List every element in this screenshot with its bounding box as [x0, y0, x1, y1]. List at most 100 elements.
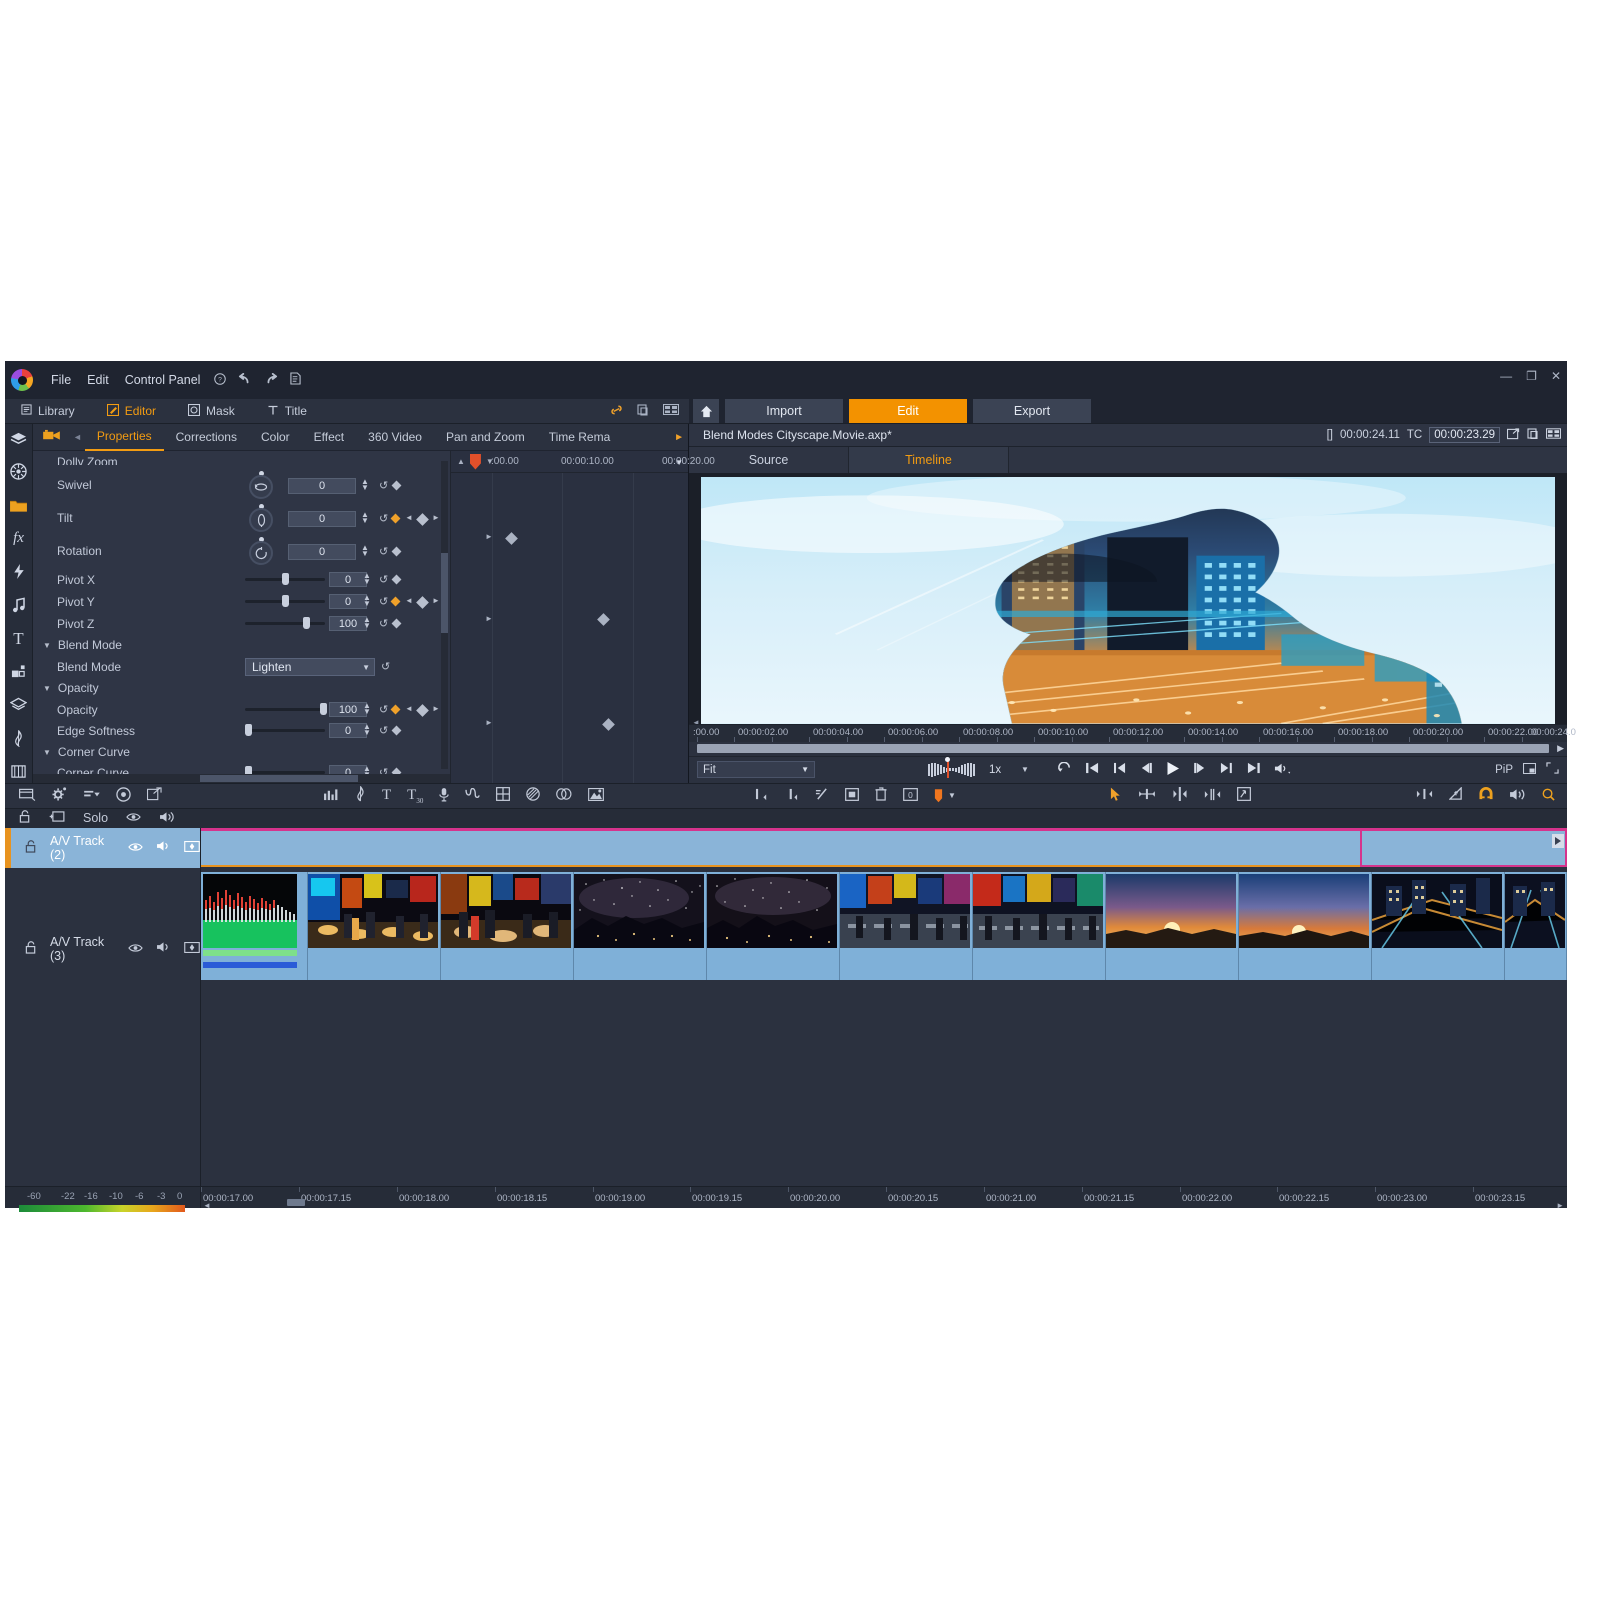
subtitle-icon[interactable]: T30 — [407, 787, 423, 805]
tilt-stepper[interactable]: ▲ ▼ — [361, 511, 369, 525]
rotation-keyframe-icon[interactable] — [391, 546, 402, 557]
property-row-opacity[interactable]: Opacity 100 ▲ ▼ ↺ ◄ ► — [33, 699, 450, 721]
timeline-canvas[interactable] — [201, 827, 1567, 1186]
magnet-icon[interactable] — [1479, 787, 1493, 804]
zoom-icon[interactable] — [1542, 788, 1555, 804]
solo-label[interactable]: Solo — [83, 811, 108, 825]
layers-icon[interactable] — [8, 695, 30, 716]
split-mode-icon[interactable] — [1172, 787, 1188, 804]
trim-icon[interactable] — [1204, 788, 1221, 804]
opacity-stepper[interactable]: ▲ ▼ — [363, 702, 371, 716]
tilt-reset-icon[interactable]: ↺ — [379, 512, 388, 525]
preview-video-frame[interactable] — [701, 477, 1555, 724]
keyframe-collapse-icon[interactable]: ▼ — [675, 458, 683, 467]
title-text-icon[interactable]: T — [8, 628, 30, 649]
pivot-z-reset-icon[interactable]: ↺ — [379, 617, 388, 630]
speaker-icon[interactable] — [156, 941, 171, 956]
track-header-av-2[interactable]: A/V Track (2) — [5, 827, 200, 868]
document-icon[interactable] — [284, 369, 307, 391]
workflow-export-button[interactable]: Export — [973, 399, 1091, 423]
snapshot-icon[interactable]: 0 — [903, 787, 918, 804]
ruler-scroll-left-icon[interactable]: ◄ — [203, 1201, 211, 1210]
pivot-y-next-keyframe-icon[interactable]: ► — [432, 596, 440, 605]
audio-wave-icon[interactable] — [1509, 788, 1526, 804]
preview-tab-timeline[interactable]: Timeline — [849, 447, 1009, 473]
voiceover-icon[interactable] — [439, 787, 450, 805]
rotation-dial[interactable] — [249, 541, 273, 565]
pivot-y-keyframe-toggle[interactable] — [390, 596, 401, 607]
audio-mixer-icon[interactable] — [323, 788, 339, 804]
blend-mode-select[interactable]: Lighten ▼ — [245, 658, 375, 676]
fit-timeline-icon[interactable] — [1416, 788, 1433, 803]
property-row-pivot-y[interactable]: Pivot Y 0 ▲ ▼ ↺ ◄ ► — [33, 591, 450, 613]
workflow-edit-button[interactable]: Edit — [849, 399, 967, 423]
keyframe-expand-icon[interactable]: ► — [485, 614, 493, 623]
track-header-av-3[interactable]: A/V Track (3) — [5, 935, 200, 963]
marker-icon[interactable]: ▼ — [934, 788, 956, 803]
edge-softness-slider[interactable] — [245, 724, 325, 736]
property-row-blend-mode[interactable]: Blend Mode Lighten ▼ ↺ — [33, 656, 450, 678]
tilt-dial[interactable] — [249, 508, 273, 532]
swivel-value[interactable]: 0 — [288, 478, 356, 494]
opacity-value[interactable]: 100 — [329, 702, 367, 717]
jump-end-icon[interactable] — [1246, 762, 1260, 777]
opacity-keyframe-marker[interactable] — [416, 704, 429, 717]
loop-icon[interactable] — [1057, 761, 1072, 778]
split-icon[interactable] — [815, 787, 829, 804]
property-row-dolly-zoom[interactable]: Dolly Zoom — [33, 451, 450, 465]
chevron-up-icon[interactable]: ▲ — [457, 457, 465, 466]
blend-mode-reset-icon[interactable]: ↺ — [381, 660, 390, 673]
keyframe-icon[interactable] — [184, 840, 200, 855]
next-frame-icon[interactable] — [1194, 762, 1206, 777]
pivot-y-keyframe-marker[interactable] — [416, 596, 429, 609]
pivot-y-reset-icon[interactable]: ↺ — [379, 595, 388, 608]
rotation-value[interactable]: 0 — [288, 544, 356, 560]
pip-icon[interactable] — [1523, 762, 1536, 777]
transition-icon[interactable] — [556, 788, 572, 803]
library-book-icon[interactable] — [8, 761, 30, 782]
keyframe-expand-icon[interactable]: ► — [485, 532, 493, 541]
media-icon[interactable] — [8, 428, 30, 449]
next-clip-icon[interactable] — [1220, 762, 1232, 777]
link-icon[interactable] — [610, 404, 623, 419]
blend-icon[interactable] — [526, 787, 541, 804]
edge-softness-stepper[interactable]: ▲ ▼ — [363, 723, 371, 737]
keyframe-marker[interactable] — [505, 532, 518, 545]
tabs-scroll-left-icon[interactable]: ◄ — [70, 432, 85, 442]
keyframe-expand-icon[interactable]: ► — [485, 718, 493, 727]
mark-out-icon[interactable] — [785, 788, 799, 804]
tilt-keyframe-marker[interactable] — [416, 513, 429, 526]
level-icon[interactable] — [1448, 786, 1463, 804]
swivel-reset-icon[interactable]: ↺ — [379, 479, 388, 492]
home-button[interactable] — [693, 399, 719, 423]
lock-icon[interactable] — [25, 940, 37, 957]
expand-window-icon[interactable] — [146, 787, 162, 804]
module-tab-title[interactable]: Title — [251, 399, 323, 423]
keyframe-ruler[interactable]: ▲ ▼ :00.00 00:00:10.00 00:00:20.00 ▼ — [451, 451, 715, 473]
property-tab-time-remapping[interactable]: Time Rema — [537, 424, 623, 450]
property-row-edge-softness[interactable]: Edge Softness 0 ▲ ▼ ↺ — [33, 720, 450, 742]
property-row-pivot-z[interactable]: Pivot Z 100 ▲ ▼ ↺ — [33, 613, 450, 635]
property-row-tilt[interactable]: Tilt 0 ▲ ▼ ↺ ◄ ► — [33, 504, 450, 532]
delete-icon[interactable] — [875, 787, 887, 804]
prev-frame-icon[interactable] — [1140, 762, 1152, 777]
settings-icon[interactable] — [52, 787, 67, 804]
crop-icon[interactable] — [845, 787, 859, 804]
overlay-icon[interactable] — [8, 661, 30, 682]
playhead-marker-icon[interactable] — [469, 453, 481, 470]
keyframe-marker[interactable] — [597, 613, 610, 626]
menu-edit[interactable]: Edit — [79, 370, 117, 390]
mark-in-icon[interactable] — [755, 788, 769, 804]
fx-icon[interactable]: fx — [8, 528, 30, 549]
camera-icon[interactable] — [33, 429, 70, 445]
swivel-stepper[interactable]: ▲ ▼ — [361, 478, 369, 492]
property-row-pivot-x[interactable]: Pivot X 0 ▲ ▼ ↺ — [33, 569, 450, 591]
edge-softness-value[interactable]: 0 — [329, 723, 367, 738]
tilt-next-keyframe-icon[interactable]: ► — [432, 513, 440, 522]
preview-scrollbar[interactable]: ▶ — [689, 741, 1567, 756]
opacity-reset-icon[interactable]: ↺ — [379, 703, 388, 716]
folder-icon[interactable] — [8, 495, 30, 516]
play-icon[interactable] — [1166, 761, 1180, 779]
swivel-keyframe-icon[interactable] — [391, 480, 402, 491]
duplicate-icon[interactable] — [637, 403, 649, 419]
